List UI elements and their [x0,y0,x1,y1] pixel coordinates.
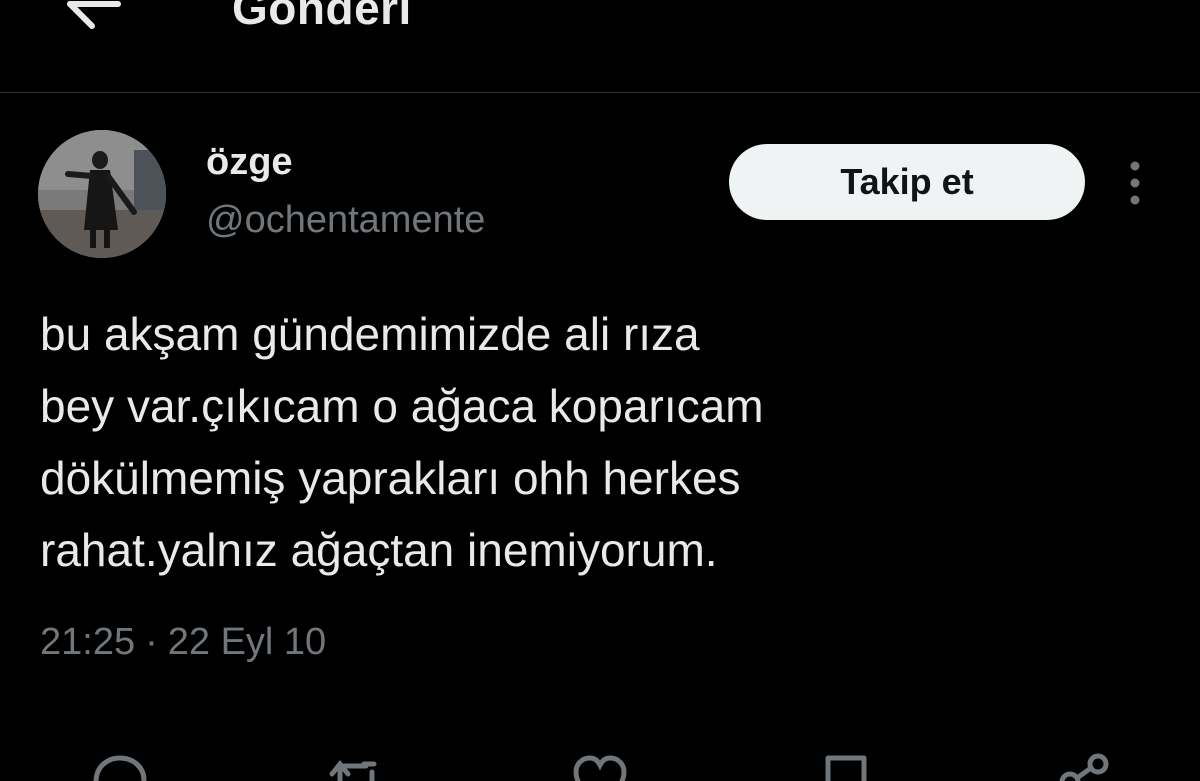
like-icon [573,755,627,781]
user-handle[interactable]: @ochentamente [206,196,485,244]
tweet-text: bu akşam gündemimizde ali rıza bey var.ç… [40,308,764,576]
follow-button[interactable]: Takip et [729,144,1085,220]
meta-separator: · [145,621,158,663]
more-vertical-icon [1130,161,1140,205]
display-name[interactable]: özge [206,138,293,186]
back-button[interactable] [60,0,130,38]
tweet-timestamp[interactable]: 21:25 · 22 Eyl 10 [40,614,326,670]
reply-button[interactable] [90,752,150,781]
bookmark-icon [825,755,867,781]
tweet-detail-screen: Gönderi özge @ochentamente Takip et bu a… [0,0,1200,781]
retweet-icon [329,759,377,781]
bookmark-button[interactable] [816,752,876,781]
tweet-date: 22 Eyl 10 [167,621,327,663]
reply-icon [93,755,147,781]
share-button[interactable] [1056,752,1116,781]
retweet-button[interactable] [326,752,386,781]
avatar[interactable] [38,130,166,258]
page-title: Gönderi [232,0,412,34]
arrow-left-icon [67,1,121,29]
more-options-button[interactable] [1118,160,1152,206]
avatar-photo [38,130,166,258]
tweet-time: 21:25 [40,621,136,663]
like-button[interactable] [570,752,630,781]
top-header: Gönderi [0,0,1200,93]
share-icon [1059,753,1109,781]
